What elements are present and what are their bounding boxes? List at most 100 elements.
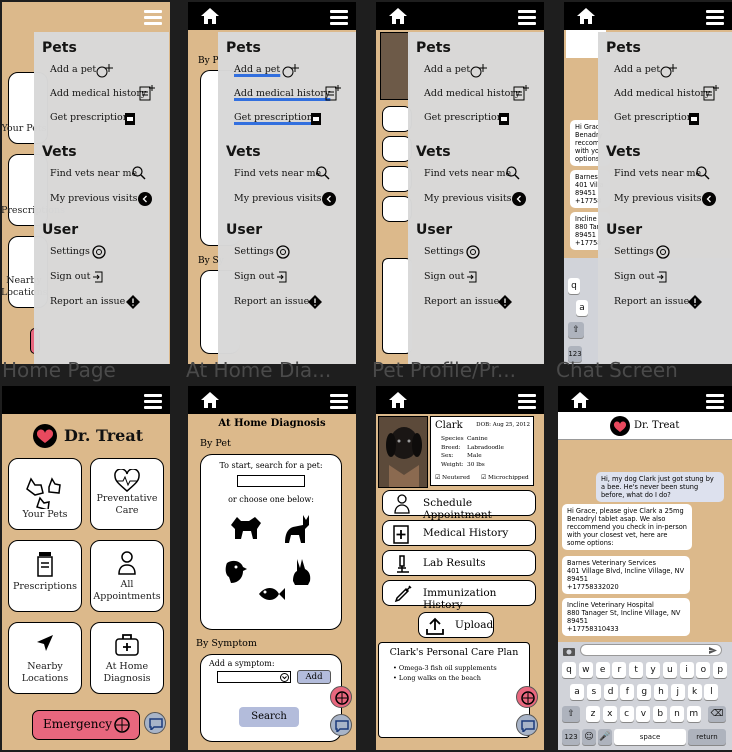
search-button[interactable]: Search: [239, 707, 299, 727]
tile-all-appointments[interactable]: All Appointments: [90, 540, 164, 612]
hamburger-menu-icon[interactable]: [330, 394, 348, 409]
key-q[interactable]: q: [562, 662, 576, 678]
home-icon[interactable]: [200, 7, 220, 25]
mic-key[interactable]: 🎤: [598, 729, 612, 745]
menu-sign-out[interactable]: Sign out: [234, 271, 274, 282]
home-icon[interactable]: [388, 7, 408, 25]
menu-add-medical[interactable]: Add medical history: [424, 88, 520, 99]
menu-add-medical[interactable]: Add medical history: [50, 88, 146, 99]
add-symptom-button[interactable]: Add: [297, 670, 331, 684]
menu-find-vets[interactable]: Find vets near me: [424, 168, 511, 179]
chat-fab[interactable]: [144, 712, 166, 734]
symptom-select[interactable]: [217, 671, 291, 683]
emergency-fab[interactable]: [330, 686, 352, 708]
home-icon[interactable]: [576, 7, 596, 25]
key-j[interactable]: j: [670, 684, 685, 700]
menu-add-pet[interactable]: Add a pet: [424, 64, 470, 75]
menu-get-prescription[interactable]: Get prescription: [614, 112, 693, 123]
numbers-key[interactable]: 123: [562, 729, 580, 745]
tile-prescriptions[interactable]: Prescriptions: [8, 540, 82, 612]
menu-get-prescription[interactable]: Get prescription: [234, 112, 313, 123]
key-m[interactable]: m: [686, 706, 701, 722]
menu-report[interactable]: Report an issue: [50, 296, 125, 307]
hamburger-menu-icon[interactable]: [144, 10, 162, 25]
emergency-fab[interactable]: [516, 686, 538, 708]
key-n[interactable]: n: [670, 706, 684, 722]
menu-find-vets[interactable]: Find vets near me: [50, 168, 137, 179]
key-d[interactable]: d: [603, 684, 618, 700]
key-y[interactable]: y: [646, 662, 660, 678]
emergency-button[interactable]: Emergency: [32, 710, 140, 740]
home-icon[interactable]: [570, 391, 590, 409]
microchipped-checkbox[interactable]: ☑ Microchipped: [481, 475, 529, 481]
chat-fab[interactable]: [516, 714, 538, 736]
key-a[interactable]: a: [570, 684, 584, 700]
home-icon[interactable]: [388, 391, 408, 409]
schedule-appointment-button[interactable]: Schedule Appointment: [382, 490, 536, 521]
key-f[interactable]: f: [620, 684, 635, 700]
menu-settings[interactable]: Settings: [424, 246, 464, 257]
menu-add-pet[interactable]: Add a pet: [234, 64, 280, 75]
pet-search-input[interactable]: [237, 475, 305, 487]
hamburger-menu-icon[interactable]: [518, 394, 536, 409]
tile-your-pets[interactable]: Your Pets: [8, 458, 82, 530]
medical-history-button[interactable]: Medical History: [382, 520, 536, 546]
menu-find-vets[interactable]: Find vets near me: [614, 168, 701, 179]
menu-settings[interactable]: Settings: [50, 246, 90, 257]
dog-icon[interactable]: [227, 515, 267, 547]
menu-previous-visits[interactable]: My previous visits: [614, 193, 702, 204]
menu-add-pet[interactable]: Add a pet: [614, 64, 660, 75]
menu-sign-out[interactable]: Sign out: [614, 271, 654, 282]
menu-report[interactable]: Report an issue: [424, 296, 499, 307]
menu-settings[interactable]: Settings: [614, 246, 654, 257]
key-x[interactable]: x: [602, 706, 617, 722]
key-l[interactable]: l: [704, 684, 719, 700]
menu-previous-visits[interactable]: My previous visits: [234, 193, 322, 204]
camera-icon[interactable]: [562, 645, 576, 657]
menu-get-prescription[interactable]: Get prescription: [50, 112, 129, 123]
cat-icon[interactable]: [281, 513, 313, 547]
key-c[interactable]: c: [619, 706, 634, 722]
emoji-key[interactable]: ☺: [582, 729, 596, 745]
menu-report[interactable]: Report an issue: [234, 296, 309, 307]
key-u[interactable]: u: [662, 662, 677, 678]
key-o[interactable]: o: [696, 662, 711, 678]
menu-sign-out[interactable]: Sign out: [50, 271, 90, 282]
menu-report[interactable]: Report an issue: [614, 296, 689, 307]
key-p[interactable]: p: [713, 662, 728, 678]
key-h[interactable]: h: [654, 684, 668, 700]
neutered-checkbox[interactable]: ☑ Neutered: [435, 475, 470, 481]
send-icon[interactable]: [708, 646, 718, 655]
hamburger-menu-icon[interactable]: [706, 10, 724, 25]
menu-add-medical[interactable]: Add medical history: [614, 88, 710, 99]
tile-preventative-care[interactable]: Preventative Care: [90, 458, 164, 530]
key-e[interactable]: e: [595, 662, 610, 678]
message-input[interactable]: [580, 644, 722, 656]
hamburger-menu-icon[interactable]: [330, 10, 348, 25]
fish-icon[interactable]: [257, 583, 287, 605]
menu-settings[interactable]: Settings: [234, 246, 274, 257]
immunization-history-button[interactable]: Immunization History: [382, 580, 536, 611]
key-g[interactable]: g: [637, 684, 652, 700]
key-w[interactable]: w: [578, 662, 593, 678]
hamburger-menu-icon[interactable]: [518, 10, 536, 25]
menu-add-medical[interactable]: Add medical history: [234, 88, 330, 99]
bird-icon[interactable]: [223, 559, 249, 585]
key-z[interactable]: z: [586, 706, 600, 722]
key-b[interactable]: b: [653, 706, 668, 722]
hamburger-menu-icon[interactable]: [144, 394, 162, 409]
tile-nearby-locations[interactable]: Nearby Locations: [8, 622, 82, 694]
upload-button[interactable]: Upload: [418, 612, 494, 638]
lab-results-button[interactable]: Lab Results: [382, 550, 536, 576]
hamburger-menu-icon[interactable]: [706, 394, 724, 409]
return-key[interactable]: return: [688, 729, 726, 745]
menu-find-vets[interactable]: Find vets near me: [234, 168, 321, 179]
home-icon[interactable]: [200, 391, 220, 409]
menu-previous-visits[interactable]: My previous visits: [424, 193, 512, 204]
menu-add-pet[interactable]: Add a pet: [50, 64, 96, 75]
rabbit-icon[interactable]: [289, 557, 313, 587]
space-key[interactable]: space: [614, 729, 686, 745]
shift-key[interactable]: ⇧: [562, 706, 580, 722]
key-t[interactable]: t: [629, 662, 644, 678]
menu-sign-out[interactable]: Sign out: [424, 271, 464, 282]
